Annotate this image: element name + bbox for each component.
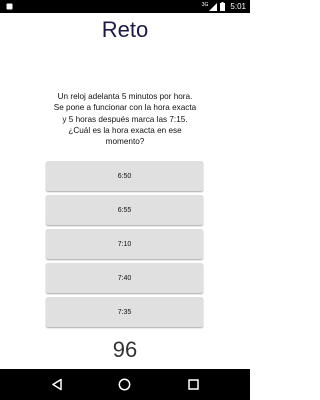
answer-button[interactable]: 7:10 [46, 229, 203, 259]
network-type-label: 3G [201, 1, 209, 8]
recents-button[interactable] [186, 377, 201, 392]
question-text: Un reloj adelanta 5 minutos por hora. Se… [53, 92, 197, 147]
back-button[interactable] [49, 377, 64, 392]
answer-button[interactable]: 6:55 [46, 195, 203, 225]
screen-title: Reto [101, 17, 149, 42]
recents-icon [188, 379, 199, 390]
home-button[interactable] [117, 377, 132, 392]
signal-icon [209, 2, 218, 11]
status-time: 5:01 [230, 2, 246, 11]
answer-options: 6:50 6:55 7:10 7:40 7:35 [46, 161, 203, 331]
home-icon [118, 378, 131, 391]
back-icon [51, 378, 62, 391]
answer-button[interactable]: 7:35 [46, 297, 203, 327]
answer-button[interactable]: 6:50 [46, 161, 203, 191]
answer-button[interactable]: 7:40 [46, 263, 203, 293]
notification-icon [6, 3, 13, 10]
navigation-bar [0, 369, 250, 400]
status-bar: 3G 5:01 [0, 0, 250, 13]
battery-icon [220, 2, 226, 11]
score-counter: 96 [112, 337, 138, 362]
